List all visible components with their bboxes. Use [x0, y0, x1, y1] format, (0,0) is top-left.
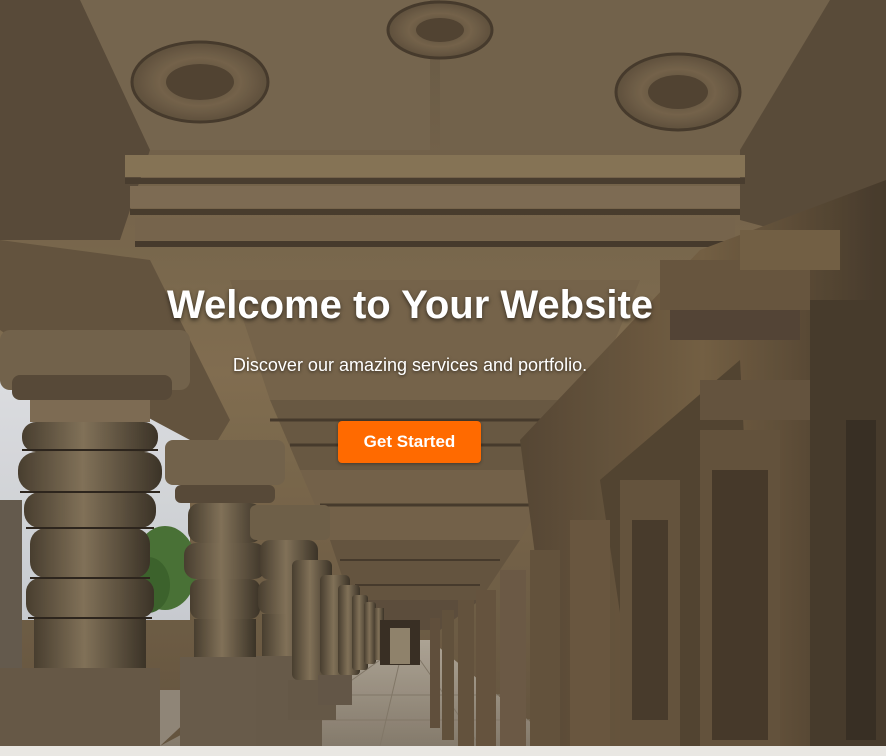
get-started-button[interactable]: Get Started: [338, 421, 481, 463]
hero-content: Welcome to Your Website Discover our ama…: [0, 0, 886, 746]
hero-subtitle: Discover our amazing services and portfo…: [232, 355, 588, 375]
page-bottom-edge: [0, 746, 886, 756]
hero-title: Welcome to Your Website: [166, 283, 654, 327]
hero-section: Welcome to Your Website Discover our ama…: [0, 0, 886, 746]
